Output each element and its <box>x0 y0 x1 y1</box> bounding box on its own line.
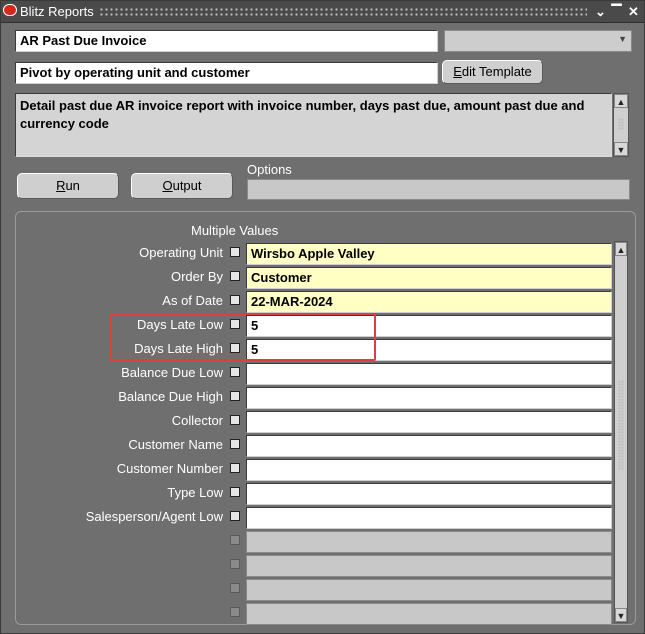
output-button[interactable]: Output <box>131 173 233 199</box>
param-label: Collector <box>171 413 223 428</box>
chevron-down-icon: ▼ <box>618 34 627 44</box>
close-icon[interactable]: ✕ <box>626 4 641 19</box>
param-value-field[interactable]: Customer <box>246 267 612 289</box>
param-value-field[interactable] <box>246 603 612 625</box>
description-field[interactable]: Detail past due AR invoice report with i… <box>15 93 612 157</box>
multiple-values-checkbox[interactable] <box>230 247 240 257</box>
blitz-reports-window: Blitz Reports ⌄ ▔ ✕ AR Past Due Invoice … <box>0 0 645 634</box>
multiple-values-checkbox[interactable] <box>230 439 240 449</box>
options-field[interactable] <box>247 179 630 200</box>
title-bar-grip[interactable] <box>99 7 587 16</box>
param-value-field[interactable] <box>246 507 612 529</box>
param-label: Salesperson/Agent Low <box>85 509 223 524</box>
edit-template-button[interactable]: Edit Template <box>442 60 543 84</box>
multiple-values-checkbox[interactable] <box>230 415 240 425</box>
param-label: As of Date <box>162 293 223 308</box>
multiple-values-checkbox[interactable] <box>230 511 240 521</box>
param-label: Customer Name <box>128 437 223 452</box>
param-value-field[interactable] <box>246 483 612 505</box>
param-value-field[interactable]: 22-MAR-2024 <box>246 291 612 313</box>
oracle-logo-icon <box>3 4 17 16</box>
param-value-field[interactable] <box>246 459 612 481</box>
param-label: Balance Due High <box>118 389 223 404</box>
title-bar[interactable]: Blitz Reports ⌄ ▔ ✕ <box>1 1 644 23</box>
description-scrollbar[interactable]: ▲ ▼ <box>613 93 629 157</box>
param-value-field[interactable] <box>246 555 612 577</box>
scroll-down-icon[interactable]: ▼ <box>614 142 628 156</box>
multiple-values-checkbox[interactable] <box>230 391 240 401</box>
report-name-field[interactable]: AR Past Due Invoice <box>15 30 438 52</box>
param-label: Order By <box>170 269 223 284</box>
scroll-down-icon[interactable]: ▼ <box>615 608 627 622</box>
window-title: Blitz Reports <box>20 4 94 19</box>
param-value-field[interactable] <box>246 435 612 457</box>
param-value-field[interactable] <box>246 363 612 385</box>
scroll-grip[interactable] <box>618 380 624 470</box>
multiple-values-checkbox[interactable] <box>230 271 240 281</box>
param-value-field[interactable] <box>246 579 612 601</box>
multiple-values-checkbox[interactable] <box>230 559 240 569</box>
parameters-scrollbar[interactable]: ▲ ▼ <box>614 241 628 623</box>
scroll-grip[interactable] <box>618 118 624 130</box>
param-value-field[interactable] <box>246 387 612 409</box>
multiple-values-checkbox[interactable] <box>230 487 240 497</box>
options-label: Options <box>247 162 292 177</box>
param-label: Customer Number <box>116 461 223 476</box>
param-value-field[interactable] <box>246 411 612 433</box>
scroll-up-icon[interactable]: ▲ <box>615 242 627 256</box>
param-value-field[interactable] <box>246 531 612 553</box>
category-dropdown[interactable]: ▼ <box>444 30 632 52</box>
days-late-highlight-box <box>109 313 376 361</box>
param-label: Type Low <box>167 485 223 500</box>
multiple-values-checkbox[interactable] <box>230 535 240 545</box>
multiple-values-checkbox[interactable] <box>230 367 240 377</box>
multiple-values-checkbox[interactable] <box>230 463 240 473</box>
param-value-field[interactable]: Wirsbo Apple Valley <box>246 243 612 265</box>
maximize-icon[interactable]: ▔ <box>609 4 624 19</box>
param-label: Operating Unit <box>139 245 223 260</box>
multiple-values-checkbox[interactable] <box>230 583 240 593</box>
template-field[interactable]: Pivot by operating unit and customer <box>15 62 438 84</box>
multiple-values-checkbox[interactable] <box>230 607 240 617</box>
run-button[interactable]: Run <box>17 173 119 199</box>
multiple-values-header: Multiple Values <box>191 223 279 238</box>
multiple-values-checkbox[interactable] <box>230 295 240 305</box>
restore-icon[interactable]: ⌄ <box>593 4 608 19</box>
scroll-up-icon[interactable]: ▲ <box>614 94 628 108</box>
param-label: Balance Due Low <box>121 365 223 380</box>
